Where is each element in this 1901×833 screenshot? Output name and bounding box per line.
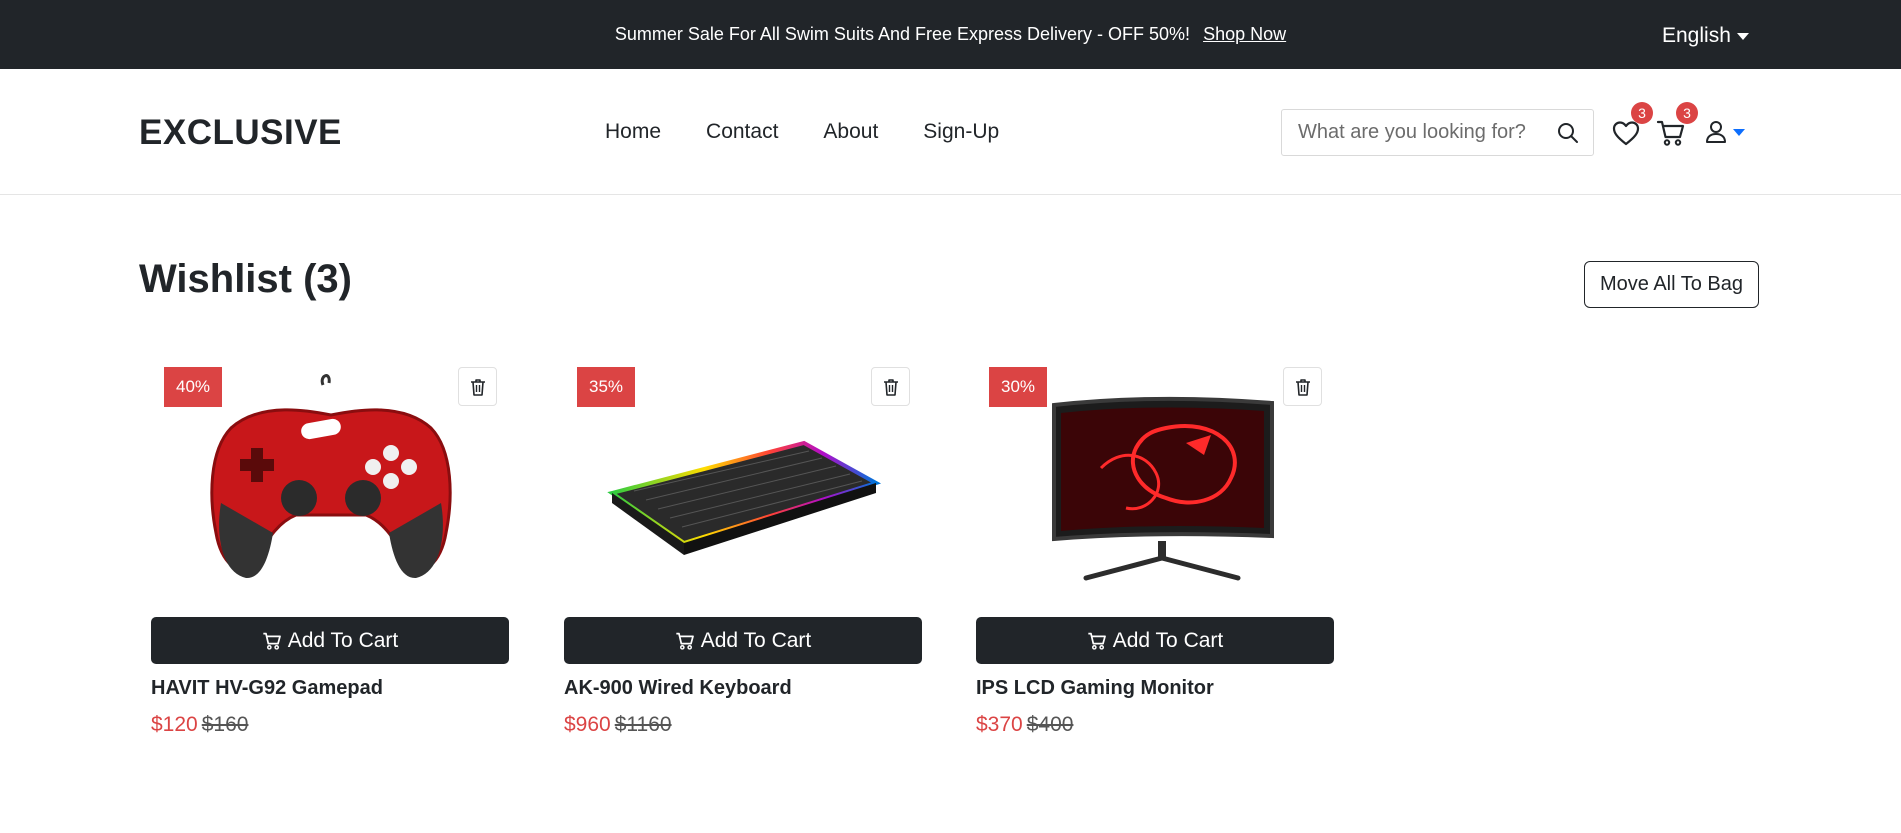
price: $120 [151,713,198,736]
product-card: 40% Add To Cart HAVIT HV-G92 Gamepad $12… [151,363,509,736]
nav-home[interactable]: Home [605,120,661,144]
discount-badge: 35% [577,367,636,407]
nav-about[interactable]: About [823,120,878,144]
add-to-cart-button[interactable]: Add To Cart [151,617,509,664]
promo-text: Summer Sale For All Swim Suits And Free … [614,24,1191,44]
product-card: 35% Add To Cart AK-900 Wired Keyboard $9… [564,363,922,736]
wishlist-count-badge: 3 [1631,102,1653,124]
product-image-area: 35% [564,363,922,603]
gamepad-image [210,374,452,579]
move-all-to-bag-button[interactable]: Move All To Bag [1584,261,1759,308]
language-select[interactable]: English [1662,24,1749,48]
wishlist-button[interactable]: 3 [1611,102,1653,148]
site-header: EXCLUSIVE Home Contact About Sign-Up 3 3 [0,69,1901,195]
cart-icon [263,632,281,650]
remove-button[interactable] [1283,367,1322,406]
add-to-cart-label: Add To Cart [1112,628,1224,652]
main-nav: Home Contact About Sign-Up [605,120,999,144]
old-price: $160 [201,713,249,736]
discount-badge: 30% [989,367,1048,407]
old-price: $400 [1026,713,1074,736]
product-name[interactable]: AK-900 Wired Keyboard [564,677,792,700]
chevron-down-icon [1733,128,1745,136]
product-image-area: 30% [976,363,1334,603]
keyboard-image [607,440,882,555]
price: $960 [564,713,611,736]
cart-icon [676,632,694,650]
product-name[interactable]: HAVIT HV-G92 Gamepad [151,677,383,700]
cart-icon [1088,632,1106,650]
product-prices: $960 $1160 [564,713,672,737]
add-to-cart-label: Add To Cart [287,628,399,652]
language-label: English [1662,24,1731,47]
logo[interactable]: EXCLUSIVE [139,113,342,153]
search-icon[interactable] [1557,122,1579,144]
trash-icon [470,378,485,396]
add-to-cart-label: Add To Cart [700,628,812,652]
remove-button[interactable] [458,367,497,406]
search-box [1281,109,1594,156]
monitor-image [1052,396,1274,581]
product-prices: $120 $160 [151,713,248,737]
remove-button[interactable] [871,367,910,406]
user-menu[interactable] [1705,120,1745,144]
add-to-cart-button[interactable]: Add To Cart [976,617,1334,664]
add-to-cart-button[interactable]: Add To Cart [564,617,922,664]
discount-badge: 40% [164,367,223,407]
cart-count-badge: 3 [1676,102,1698,124]
price: $370 [976,713,1023,736]
product-name[interactable]: IPS LCD Gaming Monitor [976,677,1214,700]
chevron-down-icon [1736,32,1749,40]
nav-sign-up[interactable]: Sign-Up [923,120,999,144]
product-image-area: 40% [151,363,509,603]
promo-message: Summer Sale For All Swim Suits And Free … [0,24,1901,45]
search-input[interactable] [1298,121,1543,144]
product-card: 30% Add To Cart IPS LCD Gaming Monitor $… [976,363,1334,736]
trash-icon [1295,378,1310,396]
trash-icon [883,378,898,396]
product-prices: $370 $400 [976,713,1073,737]
old-price: $1160 [614,713,672,736]
nav-contact[interactable]: Contact [706,120,778,144]
promo-bar: Summer Sale For All Swim Suits And Free … [0,0,1901,69]
cart-button[interactable]: 3 [1656,102,1698,148]
page-title: Wishlist (3) [139,257,352,301]
user-icon [1706,121,1726,143]
shop-now-link[interactable]: Shop Now [1203,24,1286,44]
